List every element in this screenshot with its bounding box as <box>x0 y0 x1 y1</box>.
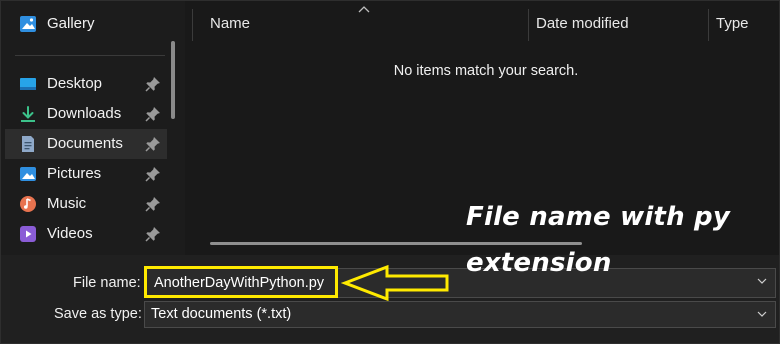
navigation-pane: Gallery Desktop Downloads Documents Pict… <box>1 1 185 255</box>
nav-item-label: Gallery <box>47 15 95 32</box>
download-icon <box>21 106 35 122</box>
nav-scrollbar[interactable] <box>171 41 175 119</box>
chevron-down-icon[interactable] <box>757 311 767 317</box>
empty-message: No items match your search. <box>393 63 579 79</box>
videos-icon <box>20 226 36 242</box>
nav-item-label: Music <box>47 195 87 212</box>
column-header-date-modified[interactable]: Date modified <box>536 15 629 32</box>
nav-item-videos[interactable]: Videos <box>5 219 167 249</box>
horizontal-scrollbar[interactable] <box>210 242 582 245</box>
nav-item-label: Videos <box>47 225 93 242</box>
highlight-box <box>144 266 338 298</box>
pin-icon[interactable] <box>145 76 161 92</box>
column-divider[interactable] <box>528 9 529 41</box>
column-divider[interactable] <box>708 9 709 41</box>
column-header-type[interactable]: Type <box>716 15 749 32</box>
nav-item-music[interactable]: Music <box>5 189 167 219</box>
nav-item-gallery[interactable]: Gallery <box>5 9 167 39</box>
nav-item-label: Desktop <box>47 75 103 92</box>
sort-ascending-icon <box>358 6 370 13</box>
column-header-name[interactable]: Name <box>210 15 250 32</box>
pin-icon[interactable] <box>145 166 161 182</box>
left-arrow-annotation <box>341 264 449 302</box>
pin-icon[interactable] <box>145 196 161 212</box>
pin-icon[interactable] <box>145 226 161 242</box>
save-as-dialog: Gallery Desktop Downloads Documents Pict… <box>0 0 780 344</box>
column-divider[interactable] <box>192 9 193 41</box>
gallery-icon <box>20 16 36 32</box>
music-icon <box>20 196 36 212</box>
nav-item-desktop[interactable]: Desktop <box>5 69 167 99</box>
pin-icon[interactable] <box>145 106 161 122</box>
documents-icon <box>22 136 34 152</box>
nav-item-label: Pictures <box>47 165 102 182</box>
nav-item-pictures[interactable]: Pictures <box>5 159 167 189</box>
nav-item-downloads[interactable]: Downloads <box>5 99 167 129</box>
nav-item-label: Downloads <box>47 105 122 122</box>
save-as-type-select[interactable]: Text documents (*.txt) <box>144 301 776 328</box>
annotation-line-2: extension <box>466 248 612 278</box>
desktop-icon <box>20 78 36 90</box>
nav-item-label: Documents <box>47 135 123 152</box>
annotation-line-1: File name with py <box>466 202 730 232</box>
save-as-type-label: Save as type: <box>54 306 142 322</box>
nav-divider <box>15 55 165 56</box>
chevron-down-icon[interactable] <box>757 278 767 284</box>
nav-item-documents[interactable]: Documents <box>5 129 167 159</box>
save-as-type-value: Text documents (*.txt) <box>151 306 292 322</box>
pin-icon[interactable] <box>145 136 161 152</box>
file-name-label: File name: <box>73 275 141 291</box>
pictures-icon <box>20 167 36 181</box>
